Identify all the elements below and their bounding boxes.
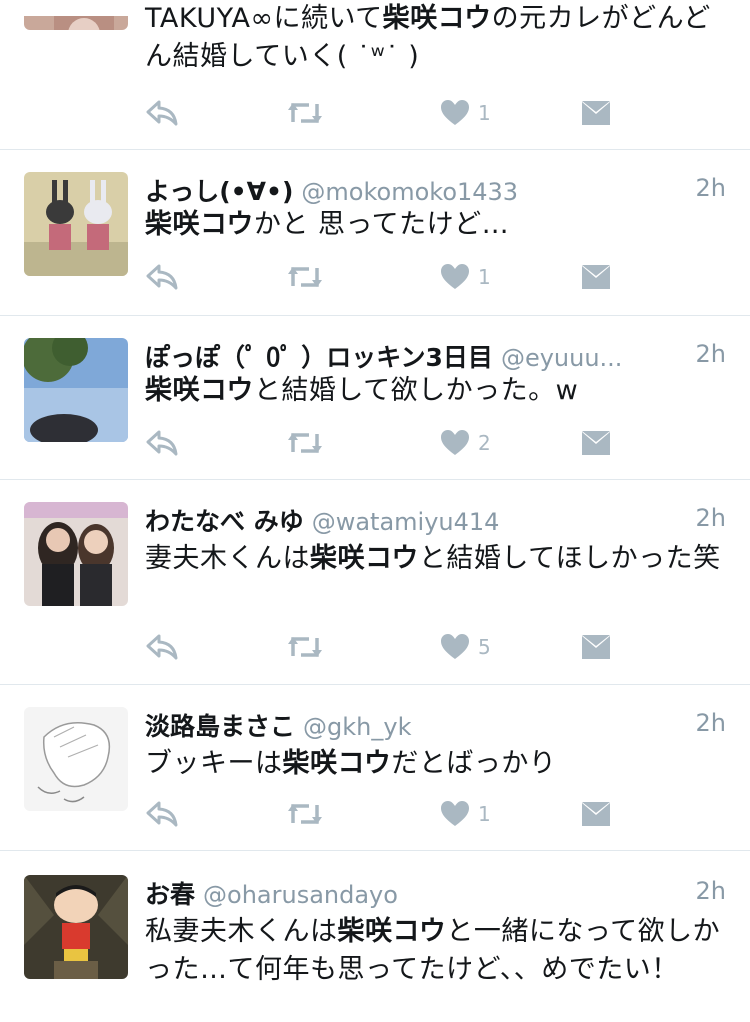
reply-icon — [145, 799, 179, 829]
user-handle[interactable]: @mokomoko1433 — [301, 178, 518, 206]
reply-button[interactable] — [145, 260, 179, 294]
avatar[interactable] — [24, 338, 128, 442]
heart-icon — [440, 429, 470, 457]
tweet-header: よっし(•∀•) @mokomoko1433 — [145, 172, 726, 208]
reply-button[interactable] — [145, 426, 179, 460]
reply-button[interactable] — [145, 630, 179, 664]
tweet-header: ぽっぽ（ﾟ 0ﾟ ）ロッキン3日目 @eyuuu... — [145, 338, 670, 374]
tweet-header: お春 @oharusandayo — [145, 875, 726, 911]
envelope-icon — [581, 801, 611, 827]
tweet-text: 柴咲コウかと 思ってたけど… — [145, 209, 510, 240]
timestamp: 2h — [695, 877, 726, 905]
tweet[interactable]: わたなべ みゆ @watamiyu414 2h 妻夫木くんは柴咲コウと結婚してほし… — [0, 480, 750, 685]
reply-icon — [145, 428, 179, 458]
like-count: 5 — [478, 635, 491, 659]
envelope-icon — [581, 634, 611, 660]
reply-button[interactable] — [145, 797, 179, 831]
avatar[interactable] — [24, 502, 128, 606]
avatar[interactable] — [24, 707, 128, 811]
direct-message-button[interactable] — [581, 630, 611, 664]
retweet-button[interactable] — [285, 260, 325, 294]
timestamp: 2h — [695, 504, 726, 532]
user-handle[interactable]: @watamiyu414 — [312, 508, 500, 536]
direct-message-button[interactable] — [581, 797, 611, 831]
avatar[interactable] — [24, 0, 128, 30]
reply-icon — [145, 632, 179, 662]
tweet[interactable]: 淡路島まさこ @gkh_yk 2h ブッキーは柴咲コウだとばっかり 1 — [0, 685, 750, 851]
tweet[interactable]: TAKUYA∞に続いて柴咲コウの元カレがどんどん結婚していく( ˙ʷ˙ ) 1 — [0, 0, 750, 150]
user-handle[interactable]: @oharusandayo — [203, 881, 398, 909]
direct-message-button[interactable] — [581, 426, 611, 460]
tweet[interactable]: ぽっぽ（ﾟ 0ﾟ ）ロッキン3日目 @eyuuu... 2h 柴咲コウと結婚して欲… — [0, 316, 750, 480]
tweet-text: 柴咲コウと結婚して欲しかった。w — [145, 375, 579, 406]
user-handle[interactable]: @gkh_yk — [303, 713, 411, 741]
like-count: 1 — [478, 101, 491, 125]
display-name[interactable]: お春 — [145, 880, 195, 909]
user-handle[interactable]: @eyuuu... — [501, 344, 623, 372]
like-button[interactable]: 2 — [440, 426, 491, 460]
tweet[interactable]: よっし(•∀•) @mokomoko1433 2h 柴咲コウかと 思ってたけど… … — [0, 150, 750, 316]
like-count: 2 — [478, 431, 491, 455]
avatar[interactable] — [24, 172, 128, 276]
direct-message-button[interactable] — [581, 96, 611, 130]
retweet-button[interactable] — [285, 426, 325, 460]
retweet-button[interactable] — [285, 630, 325, 664]
retweet-icon — [285, 632, 325, 662]
heart-icon — [440, 800, 470, 828]
display-name[interactable]: わたなべ みゆ — [145, 507, 304, 536]
display-name[interactable]: 淡路島まさこ — [145, 712, 295, 741]
tweet-actions: 2 — [145, 426, 625, 460]
retweet-icon — [285, 262, 325, 292]
tweet[interactable]: お春 @oharusandayo 2h 私妻夫木くんは柴咲コウと一緒になって欲しか… — [0, 851, 750, 1022]
timestamp: 2h — [695, 340, 726, 368]
direct-message-button[interactable] — [581, 260, 611, 294]
heart-icon — [440, 99, 470, 127]
retweet-icon — [285, 98, 325, 128]
tweet-actions: 1 — [145, 96, 625, 130]
retweet-button[interactable] — [285, 797, 325, 831]
envelope-icon — [581, 430, 611, 456]
tweet-header: 淡路島まさこ @gkh_yk — [145, 707, 726, 743]
like-count: 1 — [478, 802, 491, 826]
timestamp: 2h — [695, 709, 726, 737]
like-button[interactable]: 1 — [440, 260, 491, 294]
like-button[interactable]: 1 — [440, 96, 491, 130]
like-count: 1 — [478, 265, 491, 289]
tweet-text: TAKUYA∞に続いて柴咲コウの元カレがどんどん結婚していく( ˙ʷ˙ ) — [145, 3, 711, 72]
tweet-actions: 1 — [145, 260, 625, 294]
retweet-icon — [285, 799, 325, 829]
heart-icon — [440, 633, 470, 661]
envelope-icon — [581, 100, 611, 126]
envelope-icon — [581, 264, 611, 290]
reply-icon — [145, 262, 179, 292]
tweet-actions: 5 — [145, 630, 625, 664]
tweet-text: ブッキーは柴咲コウだとばっかり — [145, 748, 557, 779]
tweet-header: わたなべ みゆ @watamiyu414 — [145, 502, 726, 538]
retweet-icon — [285, 428, 325, 458]
like-button[interactable]: 5 — [440, 630, 491, 664]
tweet-text: 妻夫木くんは柴咲コウと結婚してほしかった笑 — [145, 543, 721, 574]
display-name[interactable]: よっし(•∀•) — [145, 177, 293, 206]
reply-icon — [145, 98, 179, 128]
like-button[interactable]: 1 — [440, 797, 491, 831]
heart-icon — [440, 263, 470, 291]
tweet-text: 私妻夫木くんは柴咲コウと一緒になって欲しかった…て何年も思ってたけど、、めでたい… — [145, 916, 721, 985]
retweet-button[interactable] — [285, 96, 325, 130]
display-name[interactable]: ぽっぽ（ﾟ 0ﾟ ）ロッキン3日目 — [145, 343, 493, 372]
tweet-actions: 1 — [145, 797, 625, 831]
timestamp: 2h — [695, 174, 726, 202]
avatar[interactable] — [24, 875, 128, 979]
reply-button[interactable] — [145, 96, 179, 130]
